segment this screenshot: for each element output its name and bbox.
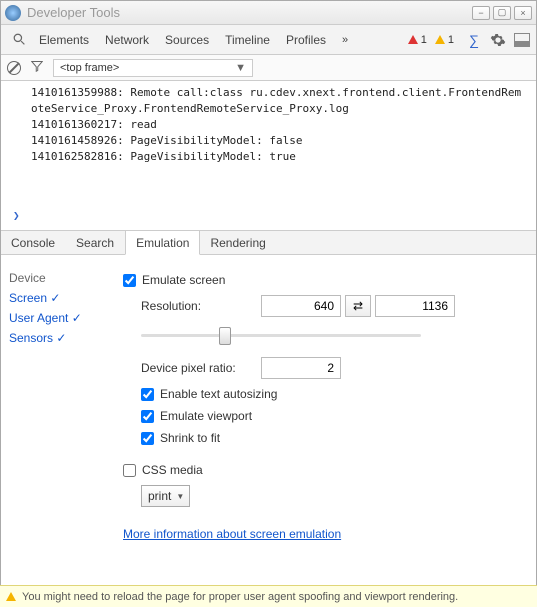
app-logo-icon <box>5 5 21 21</box>
chevron-down-icon: ▼ <box>235 62 246 74</box>
drawer-tab-console[interactable]: Console <box>1 231 66 254</box>
emulate-viewport-label: Emulate viewport <box>160 409 252 423</box>
resolution-label: Resolution: <box>141 299 261 313</box>
emulation-panel: Device Screen ✓ User Agent ✓ Sensors ✓ E… <box>1 255 536 586</box>
css-media-checkbox[interactable] <box>123 464 136 477</box>
error-badge[interactable]: 1 <box>408 34 427 46</box>
emulate-screen-label: Emulate screen <box>142 273 225 287</box>
tab-network[interactable]: Network <box>97 25 157 54</box>
drawer-tab-emulation[interactable]: Emulation <box>125 231 200 255</box>
emulate-screen-checkbox[interactable] <box>123 274 136 287</box>
resolution-slider[interactable] <box>141 329 421 341</box>
console-line: 1410162582816: PageVisibilityModel: true <box>31 149 526 165</box>
main-toolbar: Elements Network Sources Timeline Profil… <box>1 25 536 55</box>
drawer-tabs: Console Search Emulation Rendering <box>1 231 536 255</box>
sidebar-item-screen[interactable]: Screen ✓ <box>9 291 103 305</box>
shrink-to-fit-checkbox[interactable] <box>141 432 154 445</box>
css-media-select[interactable]: print <box>141 485 190 507</box>
dock-side-icon[interactable] <box>514 33 530 47</box>
resolution-width-input[interactable] <box>261 295 341 317</box>
search-icon[interactable] <box>9 30 29 50</box>
console-filter-bar: <top frame> ▼ <box>1 55 536 81</box>
frame-selector[interactable]: <top frame> ▼ <box>53 59 253 77</box>
window-title: Developer Tools <box>27 5 469 20</box>
emulation-main: Emulate screen Resolution: ⇄ Device pixe… <box>111 255 536 586</box>
window-titlebar: Developer Tools − ▢ × <box>1 1 536 25</box>
console-input[interactable] <box>27 210 507 226</box>
sidebar-item-sensors[interactable]: Sensors ✓ <box>9 331 103 345</box>
warning-icon <box>435 35 445 44</box>
drawer-toggle-icon[interactable]: ∑ <box>464 30 484 50</box>
pixel-ratio-label: Device pixel ratio: <box>141 361 261 375</box>
console-line: 1410161359988: Remote call:class ru.cdev… <box>31 85 526 117</box>
filter-funnel-icon[interactable] <box>31 60 43 75</box>
settings-gear-icon[interactable] <box>488 30 508 50</box>
warning-triangle-icon <box>6 592 16 601</box>
emulation-sidebar: Device Screen ✓ User Agent ✓ Sensors ✓ <box>1 255 111 586</box>
slider-track <box>141 334 421 337</box>
more-info-link[interactable]: More information about screen emulation <box>123 527 341 541</box>
error-icon <box>408 35 418 44</box>
shrink-to-fit-label: Shrink to fit <box>160 431 220 445</box>
status-bar: You might need to reload the page for pr… <box>0 585 537 607</box>
swap-dimensions-button[interactable]: ⇄ <box>345 295 371 317</box>
tabs-overflow[interactable]: » <box>334 25 356 54</box>
emulate-viewport-checkbox[interactable] <box>141 410 154 423</box>
resolution-height-input[interactable] <box>375 295 455 317</box>
pixel-ratio-input[interactable] <box>261 357 341 379</box>
tab-sources[interactable]: Sources <box>157 25 217 54</box>
sidebar-item-user-agent[interactable]: User Agent ✓ <box>9 311 103 325</box>
clear-console-icon[interactable] <box>7 61 21 75</box>
warning-badge[interactable]: 1 <box>435 34 454 46</box>
text-autosizing-checkbox[interactable] <box>141 388 154 401</box>
css-media-label: CSS media <box>142 463 203 477</box>
minimize-button[interactable]: − <box>472 6 490 20</box>
console-line: 1410161360217: read <box>31 117 526 133</box>
sidebar-item-device[interactable]: Device <box>9 271 103 285</box>
console-line: 1410161458926: PageVisibilityModel: fals… <box>31 133 526 149</box>
slider-thumb[interactable] <box>219 327 231 345</box>
console-prompt-icon: ❯ <box>13 208 20 224</box>
status-text: You might need to reload the page for pr… <box>22 591 458 603</box>
text-autosizing-label: Enable text autosizing <box>160 387 277 401</box>
tab-elements[interactable]: Elements <box>31 25 97 54</box>
drawer-tab-rendering[interactable]: Rendering <box>200 231 276 254</box>
tab-timeline[interactable]: Timeline <box>217 25 278 54</box>
tab-profiles[interactable]: Profiles <box>278 25 334 54</box>
maximize-button[interactable]: ▢ <box>493 6 511 20</box>
console-output[interactable]: 1410161359988: Remote call:class ru.cdev… <box>1 81 536 231</box>
close-button[interactable]: × <box>514 6 532 20</box>
drawer-tab-search[interactable]: Search <box>66 231 125 254</box>
